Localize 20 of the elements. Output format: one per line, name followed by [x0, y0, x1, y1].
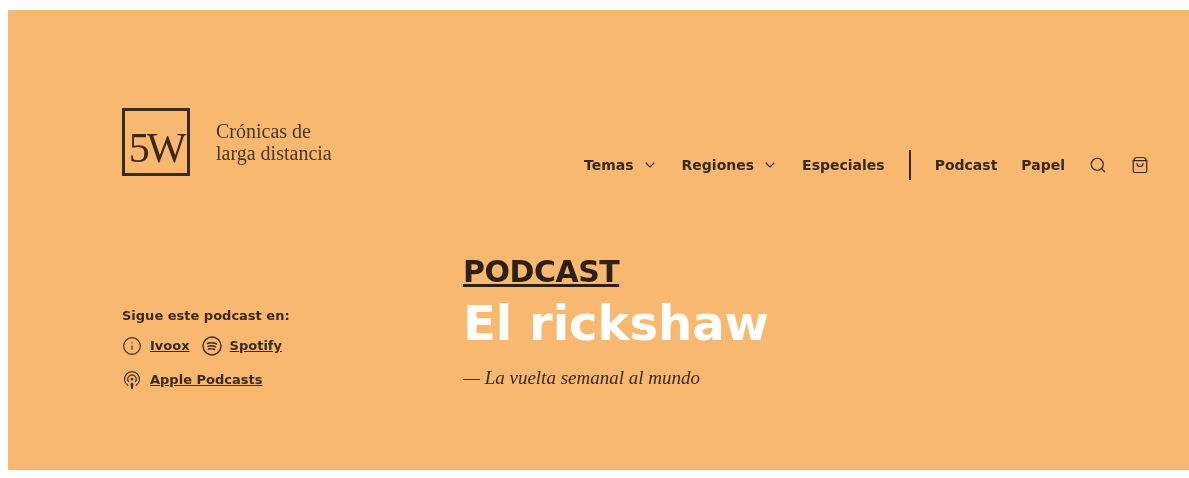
section-label: PODCAST	[463, 254, 621, 290]
logo[interactable]: 5W	[122, 108, 190, 176]
nav-link[interactable]: Podcast	[934, 154, 998, 176]
podcast-platform-link[interactable]: Spotify	[229, 335, 282, 356]
logo-tagline: Crónicas de	[216, 120, 312, 142]
nav-link[interactable]: Regiones	[681, 154, 779, 176]
spotify-icon	[201, 335, 222, 356]
podcast-icon	[122, 369, 142, 390]
shopping-bag-icon[interactable]	[1131, 156, 1149, 174]
follow-heading: Sigue este podcast en:	[122, 307, 291, 325]
podcast-platform-link[interactable]: Ivoox	[150, 335, 190, 356]
podcast-subtitle: — La vuelta semanal al mundo	[463, 366, 701, 390]
podcast-title: El rickshaw	[463, 294, 769, 352]
nav-link[interactable]: Especiales	[802, 154, 885, 176]
nav-link[interactable]: Papel	[1021, 154, 1065, 176]
logo-tagline: larga distancia	[216, 142, 332, 164]
search-icon[interactable]	[1089, 156, 1107, 174]
nav-link[interactable]: Temas	[584, 154, 658, 176]
info-icon	[122, 335, 142, 356]
podcast-platform-link[interactable]: Apple Podcasts	[150, 369, 263, 390]
